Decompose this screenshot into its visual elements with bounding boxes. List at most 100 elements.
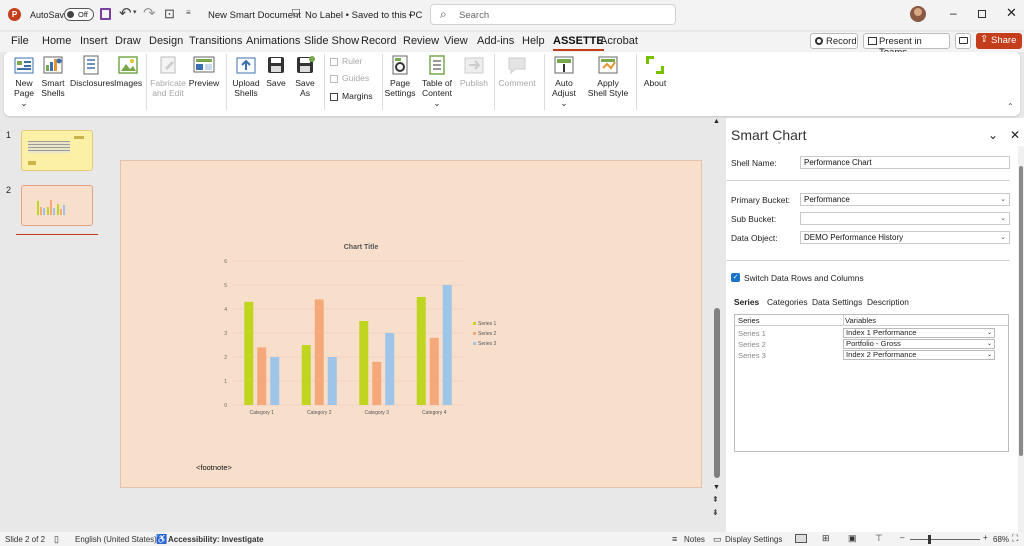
primary-bucket-select[interactable]: Performance ⌄ [800,193,1010,206]
publish-button[interactable]: Publish [458,54,490,88]
slide-thumbnail-1[interactable] [21,130,93,171]
tab-description[interactable]: Description [867,297,909,307]
data-object-select[interactable]: DEMO Performance History ⌄ [800,231,1010,244]
reading-view-icon[interactable]: ▣ [848,533,857,544]
language-indicator[interactable]: English (United States) [75,535,157,544]
tab-insert[interactable]: Insert [80,35,108,47]
save-as-button[interactable]: Save As [292,54,318,98]
pane-options-chevron-icon[interactable]: ⌄ [988,128,998,142]
undo-icon[interactable]: ↶ [119,4,132,22]
spellcheck-book-icon[interactable]: ▯ [54,534,59,545]
redo-icon[interactable]: ↷ [143,4,156,22]
scroll-up-icon[interactable]: ▲ [713,118,720,125]
guides-checkbox[interactable]: Guides [330,73,369,83]
table-row[interactable]: Series 1 Index 1 Performance ⌄ [735,328,1008,338]
display-settings-button[interactable]: Display Settings [725,535,782,544]
save-icon[interactable] [100,8,111,20]
pane-close-icon[interactable]: ✕ [1010,128,1020,142]
tab-home[interactable]: Home [42,35,71,47]
comments-button[interactable] [955,33,971,49]
preview-button[interactable]: Preview [188,54,220,88]
collapse-ribbon-icon[interactable]: ⌃ [1007,102,1014,111]
tab-review[interactable]: Review [403,35,439,47]
tab-slide-show[interactable]: Slide Show [304,35,359,47]
search-box[interactable]: ⌕ Search [430,4,676,25]
slide-canvas[interactable]: Chart Title 0 1 2 3 4 5 6 Category 1 Category 2 Ca… [120,160,702,488]
sensitivity-label[interactable]: No Label • Saved to this PC [305,10,422,21]
disclosures-button[interactable]: Disclosures [70,54,114,88]
notes-button[interactable]: Notes [684,535,705,544]
zoom-level[interactable]: 68% [993,535,1009,544]
share-button[interactable]: ⇪ Share [976,33,1022,49]
performance-chart[interactable]: Chart Title 0 1 2 3 4 5 6 Category 1 Category 2 Ca… [201,233,521,423]
fabricate-edit-button[interactable]: Fabricate and Edit [150,54,186,98]
tab-file[interactable]: File [11,35,29,47]
ruler-checkbox[interactable]: Ruler [330,56,363,66]
footnote-text[interactable]: <footnote> [196,463,232,472]
tab-categories[interactable]: Categories [767,297,808,307]
pane-scroll-thumb[interactable] [1019,166,1023,456]
save-ribbon-button[interactable]: Save [264,54,288,88]
restore-icon[interactable] [978,10,986,18]
present-in-teams-button[interactable]: Present in Teams [863,33,950,58]
avatar[interactable] [910,6,926,22]
pane-scrollbar[interactable] [1018,146,1024,532]
table-row[interactable]: Series 3 Index 2 Performance ⌄ [735,350,1008,360]
new-page-button[interactable]: New Page ⌄ [10,54,38,108]
zoom-in-icon[interactable]: + [983,533,988,542]
record-button[interactable]: Record [810,33,858,49]
zoom-out-icon[interactable]: – [900,533,904,542]
slideshow-view-icon[interactable]: ⊤ [875,533,883,544]
tab-record[interactable]: Record [361,35,396,47]
presenter-icon[interactable]: ⊡ [164,6,175,22]
slide-thumbnail-2[interactable] [21,185,93,226]
fit-to-window-icon[interactable]: ⛶ [1012,533,1018,544]
tab-animations[interactable]: Animations [246,35,300,47]
tab-assette[interactable]: ASSETTE [553,35,604,51]
comment-ribbon-button[interactable]: Comment [498,54,536,88]
variable-select[interactable]: Index 2 Performance ⌄ [843,350,995,360]
auto-adjust-button[interactable]: Auto Adjust ⌄ [548,54,580,108]
tab-add-ins[interactable]: Add-ins [477,35,514,47]
close-icon[interactable]: ✕ [1006,5,1017,21]
apply-shell-style-button[interactable]: Apply Shell Style [586,54,630,98]
legend-swatch [473,322,476,325]
table-row[interactable]: Series 2 Portfolio - Gross ⌄ [735,339,1008,349]
chevron-down-icon[interactable]: ⌄ [407,9,414,18]
margins-checkbox[interactable]: Margins [330,91,373,101]
slide-sorter-icon[interactable]: ⊞ [822,533,830,544]
canvas-scrollbar[interactable]: ▲ ▼ ⇞ ⇟ [712,118,722,520]
tab-data-settings[interactable]: Data Settings [812,297,862,307]
accessibility-status[interactable]: Accessibility: Investigate [168,535,264,544]
undo-dropdown-icon[interactable]: ▾ [133,8,137,16]
images-button[interactable]: Images [114,54,142,88]
zoom-slider[interactable] [910,535,980,544]
customize-qat-icon[interactable]: ≡ [186,8,191,17]
switch-rows-checkbox[interactable]: ✓ [731,273,740,282]
next-slide-icon[interactable]: ⇟ [712,508,719,517]
variable-select[interactable]: Index 1 Performance ⌄ [843,328,995,338]
zoom-slider-thumb[interactable] [928,535,931,544]
tab-help[interactable]: Help [522,35,545,47]
scroll-down-icon[interactable]: ▼ [713,484,720,491]
page-settings-button[interactable]: Page Settings [384,54,416,98]
sub-bucket-select[interactable]: ⌄ [800,212,1010,225]
autosave-toggle[interactable]: Off [64,8,94,21]
chevron-down-icon: ⌄ [986,341,992,347]
tab-transitions[interactable]: Transitions [189,35,242,47]
previous-slide-icon[interactable]: ⇞ [712,495,719,504]
shell-name-input[interactable]: Performance Chart [800,156,1010,169]
scroll-thumb[interactable] [714,308,720,478]
tab-design[interactable]: Design [149,35,183,47]
about-button[interactable]: About [640,54,670,88]
tab-view[interactable]: View [444,35,468,47]
minimize-icon[interactable]: – [950,6,957,20]
table-of-content-button[interactable]: Table of Content ⌄ [418,54,456,108]
tab-acrobat[interactable]: Acrobat [600,35,638,47]
tab-series[interactable]: Series [734,297,759,307]
tab-draw[interactable]: Draw [115,35,141,47]
smart-shells-button[interactable]: Smart Shells [40,54,66,98]
upload-shells-button[interactable]: Upload Shells [230,54,262,98]
variable-select[interactable]: Portfolio - Gross ⌄ [843,339,995,349]
normal-view-icon[interactable] [795,534,807,543]
